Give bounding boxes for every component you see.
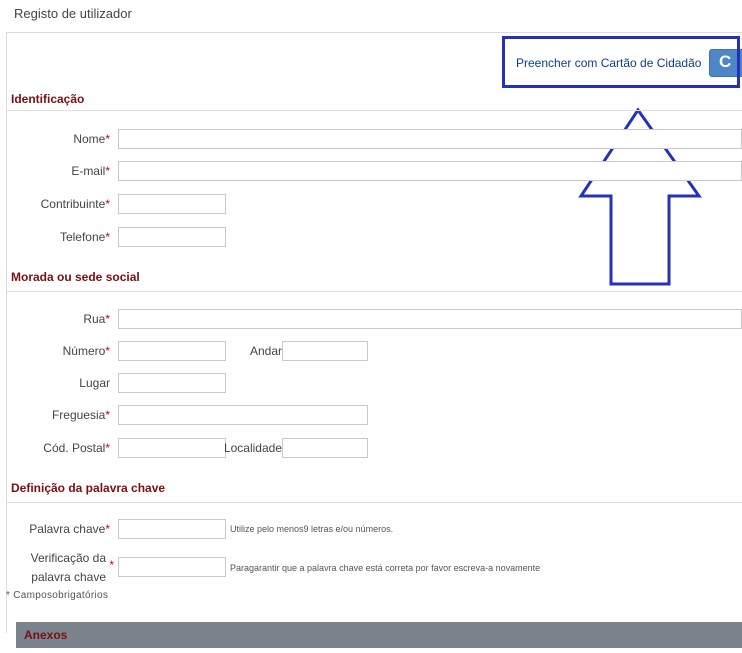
rua-label: Rua* xyxy=(20,312,110,326)
section-divider xyxy=(6,291,742,292)
verificacao-required-mark: * xyxy=(102,558,114,572)
required-mark: * xyxy=(105,522,110,536)
nome-label: Nome* xyxy=(20,132,110,146)
section-identificacao-title: Identificação xyxy=(11,92,85,106)
contribuinte-label: Contribuinte* xyxy=(10,197,110,211)
freguesia-label: Freguesia* xyxy=(10,408,110,422)
rua-input[interactable] xyxy=(118,309,742,329)
cod-postal-input[interactable] xyxy=(118,438,226,458)
registration-page: Registo de utilizador Preencher com Cart… xyxy=(0,0,742,653)
contribuinte-input[interactable] xyxy=(118,194,226,214)
required-mark: * xyxy=(105,164,110,178)
localidade-label: Localidade xyxy=(223,441,282,455)
required-mark: * xyxy=(105,344,110,358)
telefone-input[interactable] xyxy=(118,227,226,247)
required-mark: * xyxy=(109,558,114,572)
required-mark: * xyxy=(105,132,110,146)
palavra-chave-input[interactable] xyxy=(118,519,226,539)
palavra-chave-label: Palavra chave* xyxy=(10,522,110,536)
section-divider xyxy=(6,110,742,111)
email-label-text: E-mail xyxy=(71,164,106,178)
verificacao-hint: Paragarantir que a palavra chave está co… xyxy=(230,563,541,573)
telefone-label: Telefone* xyxy=(20,230,110,244)
lugar-input[interactable] xyxy=(118,373,226,393)
freguesia-input[interactable] xyxy=(118,405,368,425)
section-palavra-title: Definição da palavra chave xyxy=(11,481,166,495)
anexos-title: Anexos xyxy=(24,628,68,642)
required-mark: * xyxy=(105,441,110,455)
page-title: Registo de utilizador xyxy=(14,6,132,21)
rua-label-text: Rua xyxy=(83,312,106,326)
form-frame xyxy=(6,32,742,633)
contribuinte-label-text: Contribuinte xyxy=(40,197,106,211)
palavra-chave-label-text: Palavra chave xyxy=(29,522,106,536)
section-morada-title: Morada ou sede social xyxy=(11,270,140,284)
nome-label-text: Nome xyxy=(73,132,106,146)
verificacao-label-line2: palavra chave xyxy=(31,570,106,584)
numero-label-text: Número xyxy=(62,344,106,358)
annotation-highlight-box xyxy=(502,36,740,88)
anexos-section-header[interactable]: Anexos xyxy=(16,622,742,648)
mandatory-fields-note: * Camposobrigatórios xyxy=(6,590,109,601)
required-mark: * xyxy=(105,408,110,422)
nome-input[interactable] xyxy=(118,129,742,149)
telefone-label-text: Telefone xyxy=(59,230,106,244)
verificacao-label-line1: Verificação da xyxy=(30,551,106,565)
verificacao-input[interactable] xyxy=(118,557,226,577)
freguesia-label-text: Freguesia xyxy=(51,408,106,422)
andar-input[interactable] xyxy=(282,341,368,361)
email-label: E-mail* xyxy=(20,164,110,178)
verificacao-label: Verificação da palavra chave xyxy=(10,549,106,587)
email-input[interactable] xyxy=(118,161,742,181)
cod-postal-label: Cód. Postal* xyxy=(10,441,110,455)
required-mark: * xyxy=(105,312,110,326)
cod-postal-label-text: Cód. Postal xyxy=(43,441,106,455)
lugar-label: Lugar xyxy=(79,376,110,390)
numero-input[interactable] xyxy=(118,341,226,361)
required-mark: * xyxy=(105,197,110,211)
andar-label: Andar xyxy=(249,344,282,358)
section-divider xyxy=(6,502,742,503)
numero-label: Número* xyxy=(20,344,110,358)
localidade-input[interactable] xyxy=(282,438,368,458)
palavra-chave-hint: Utilize pelo menos9 letras e/ou números. xyxy=(230,524,394,534)
required-mark: * xyxy=(105,230,110,244)
